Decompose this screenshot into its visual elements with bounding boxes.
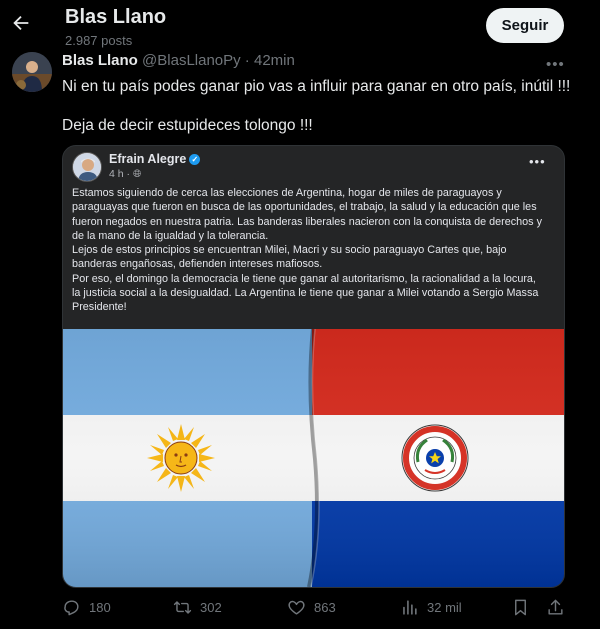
embed-more-icon: ••• [529,154,546,169]
share-icon [548,599,563,615]
embed-author-name: Efrain Alegre ✓ [109,152,201,166]
reply-button[interactable]: 180 [62,598,111,617]
embed-post-time: 4 h · 🌐︎ [109,168,142,180]
embed-post-text: Estamos siguiendo de cerca las eleccione… [72,186,562,315]
embed-line: paraguayas que fueron en busca de las op… [72,201,537,214]
header-display-name: Blas Llano [65,6,167,28]
like-count: 863 [314,600,336,615]
tweet-line: Ni en tu país podes ganar pio vas a infl… [62,78,571,95]
back-arrow-icon[interactable] [10,12,32,34]
embed-line: banderas engañosas, defienden intereses … [72,258,323,271]
tweet-author-meta[interactable]: @BlasLlanoPy · 42min [142,52,295,69]
embed-line: la justicia social a la desigualdad. La … [72,287,539,300]
embed-line: Lejos de estos principios se encuentran … [72,244,507,257]
flags-image [63,329,564,587]
globe-icon: 🌐︎ [132,168,142,180]
like-icon [288,600,305,615]
embed-line: Por eso, el domingo la democracia le tie… [72,272,536,285]
author-avatar[interactable] [12,52,52,92]
embed-line: fueron negados en nuestra patria. Las ba… [72,215,542,228]
tweet-header: Blas Llano @BlasLlanoPy · 42min [62,52,295,69]
repost-icon [173,601,192,614]
embed-line: de la mano de la igualdad y la toleranci… [72,229,269,242]
more-icon[interactable]: ••• [546,56,565,73]
post-count: 2.987 posts [65,33,133,48]
views-button[interactable]: 32 mil [400,598,462,617]
profile-header: Blas Llano 2.987 posts Seguir [0,0,600,50]
reply-count: 180 [89,600,111,615]
share-button[interactable] [546,598,565,617]
embed-author-avatar [72,152,102,182]
bookmark-icon [515,599,526,616]
embed-line: Presidente! [72,301,127,314]
tweet-text: Ni en tu país podes ganar pio vas a infl… [62,77,582,136]
follow-button[interactable]: Seguir [486,8,564,43]
repost-button[interactable]: 302 [173,598,222,617]
tweet-action-bar: 180 302 863 32 mil [0,596,600,624]
views-icon [403,600,417,615]
verified-icon: ✓ [189,154,201,165]
repost-count: 302 [200,600,222,615]
views-count: 32 mil [427,600,462,615]
tweet-author-name[interactable]: Blas Llano [62,52,138,69]
bookmark-button[interactable] [511,598,530,617]
embedded-post-image[interactable]: Efrain Alegre ✓ 4 h · 🌐︎ ••• Estamos sigu… [62,145,565,588]
embed-line: Estamos siguiendo de cerca las eleccione… [72,187,502,199]
reply-icon [64,600,79,616]
like-button[interactable]: 863 [287,598,336,617]
tweet-line: Deja de decir estupideces tolongo !!! [62,117,313,134]
